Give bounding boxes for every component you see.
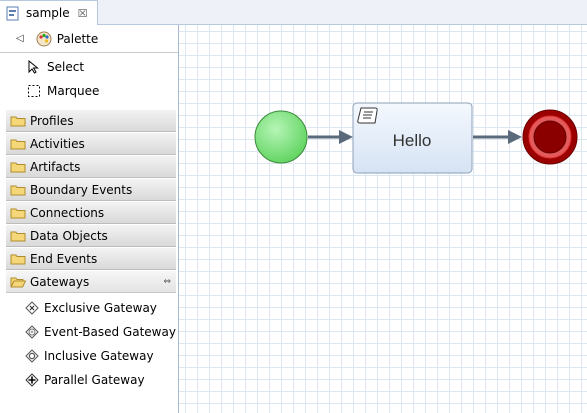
select-tool[interactable]: Select — [0, 55, 178, 79]
event-based-gateway-tool[interactable]: Event-Based Gateway — [0, 320, 178, 344]
event-based-gateway-icon — [25, 325, 39, 339]
select-tool-label: Select — [47, 60, 85, 74]
exclusive-gateway-tool[interactable]: Exclusive Gateway — [0, 296, 178, 320]
palette-title: Palette — [56, 31, 99, 46]
marquee-tool[interactable]: Marquee — [0, 79, 178, 103]
folder-icon — [10, 139, 26, 149]
drawer-label: Boundary Events — [30, 182, 133, 197]
parallel-gateway-tool[interactable]: Parallel Gateway — [0, 368, 178, 392]
parallel-gateway-icon — [25, 373, 39, 387]
sequence-flow-2[interactable] — [473, 130, 522, 144]
marquee-tool-label: Marquee — [47, 84, 100, 98]
folder-icon — [10, 208, 26, 218]
end-event[interactable] — [522, 109, 578, 165]
task-hello[interactable]: Hello — [352, 102, 473, 174]
close-icon[interactable]: ☒ — [78, 7, 88, 20]
palette: ◁ Palette Select Marquee Profiles Activi… — [0, 25, 179, 413]
tab-label: sample — [26, 6, 70, 20]
drawer-gateways[interactable]: Gateways ⇔ — [6, 271, 176, 293]
folder-icon — [10, 231, 26, 241]
folder-icon — [10, 116, 26, 126]
select-arrow-icon — [28, 60, 39, 74]
bpmn-file-icon — [6, 6, 19, 20]
drawer-boundary-events[interactable]: Boundary Events — [6, 179, 176, 201]
folder-icon — [10, 185, 26, 195]
drawer-label: Profiles — [30, 113, 74, 128]
collapse-palette-icon[interactable]: ◁ — [16, 33, 24, 44]
drawer-label: Activities — [30, 136, 85, 151]
gateway-label: Exclusive Gateway — [44, 301, 157, 315]
drawer-label: End Events — [30, 251, 98, 266]
inclusive-gateway-tool[interactable]: Inclusive Gateway — [0, 344, 178, 368]
drawer-label: Data Objects — [30, 228, 108, 243]
gateway-label: Inclusive Gateway — [44, 349, 154, 363]
palette-spacer — [0, 103, 178, 109]
folder-icon — [10, 162, 26, 172]
drawer-activities[interactable]: Activities — [6, 133, 176, 155]
tab-sample[interactable]: sample ☒ — [0, 0, 98, 25]
script-task-icon — [357, 107, 378, 124]
drawer-end-events[interactable]: End Events — [6, 248, 176, 270]
marquee-icon — [28, 85, 40, 97]
folder-icon — [10, 254, 26, 264]
drawer-label: Artifacts — [30, 159, 81, 174]
gateway-label: Parallel Gateway — [44, 373, 145, 387]
editor-tab-strip: sample ☒ — [0, 0, 587, 25]
inclusive-gateway-icon — [25, 349, 39, 363]
drawer-profiles[interactable]: Profiles — [6, 110, 176, 132]
drawer-data-objects[interactable]: Data Objects — [6, 225, 176, 247]
palette-header: ◁ Palette — [0, 25, 178, 53]
drawer-label: Gateways — [30, 274, 90, 289]
pin-drawer-icon[interactable]: ⇔ — [163, 277, 171, 287]
drawer-connections[interactable]: Connections — [6, 202, 176, 224]
drawer-label: Connections — [30, 205, 105, 220]
task-label: Hello — [393, 131, 432, 150]
exclusive-gateway-icon — [25, 301, 39, 315]
sequence-flow-1[interactable] — [308, 130, 353, 144]
gateway-label: Event-Based Gateway — [44, 325, 176, 339]
start-event[interactable] — [254, 110, 308, 164]
palette-icon — [36, 31, 52, 46]
diagram-canvas[interactable]: Hello — [179, 25, 587, 413]
bpmn-diagram: Hello — [254, 102, 578, 174]
drawer-artifacts[interactable]: Artifacts — [6, 156, 176, 178]
open-folder-icon — [10, 277, 26, 287]
